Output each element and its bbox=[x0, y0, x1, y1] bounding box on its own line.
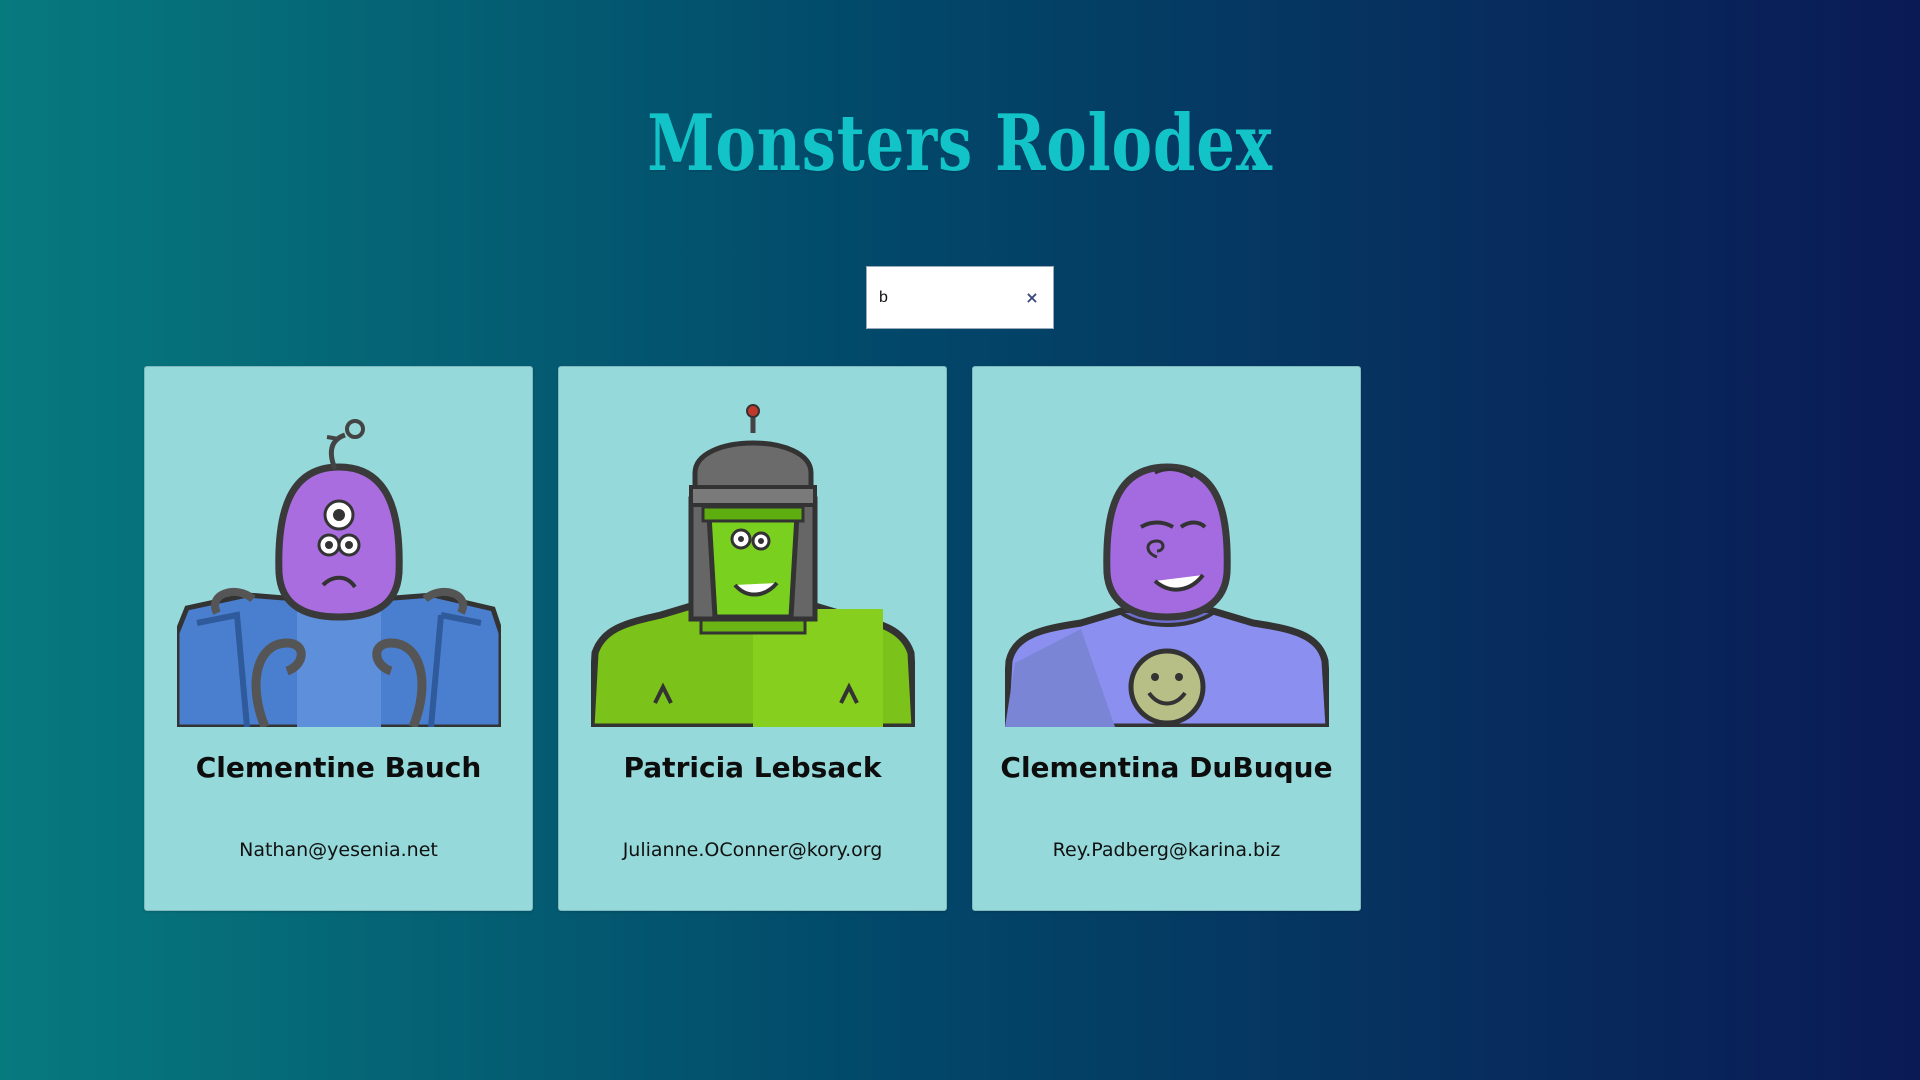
monster-card[interactable]: Clementina DuBuque Rey.Padberg@karina.bi… bbox=[972, 366, 1361, 911]
monster-name: Patricia Lebsack bbox=[623, 751, 882, 784]
monster-email: Rey.Padberg@karina.biz bbox=[1052, 839, 1281, 861]
search-box[interactable]: × bbox=[866, 266, 1054, 329]
monster-name: Clementine Bauch bbox=[195, 751, 482, 784]
app: Monsters Rolodex × bbox=[0, 0, 1920, 1080]
smiley-purple-monster-icon bbox=[1005, 463, 1329, 727]
search-input[interactable] bbox=[867, 267, 1017, 328]
monster-card[interactable]: Patricia Lebsack Julianne.OConner@kory.o… bbox=[558, 366, 947, 911]
cyclops-robot-monster-icon bbox=[177, 419, 501, 727]
green-helmet-robot-monster-icon bbox=[591, 404, 915, 727]
monster-email: Julianne.OConner@kory.org bbox=[622, 839, 883, 861]
monster-name: Clementina DuBuque bbox=[1000, 751, 1333, 784]
clear-search-icon[interactable]: × bbox=[1017, 283, 1047, 313]
page-title: Monsters Rolodex bbox=[647, 98, 1273, 189]
monster-card[interactable]: Clementine Bauch Nathan@yesenia.net bbox=[144, 366, 533, 911]
monster-email: Nathan@yesenia.net bbox=[239, 839, 438, 861]
